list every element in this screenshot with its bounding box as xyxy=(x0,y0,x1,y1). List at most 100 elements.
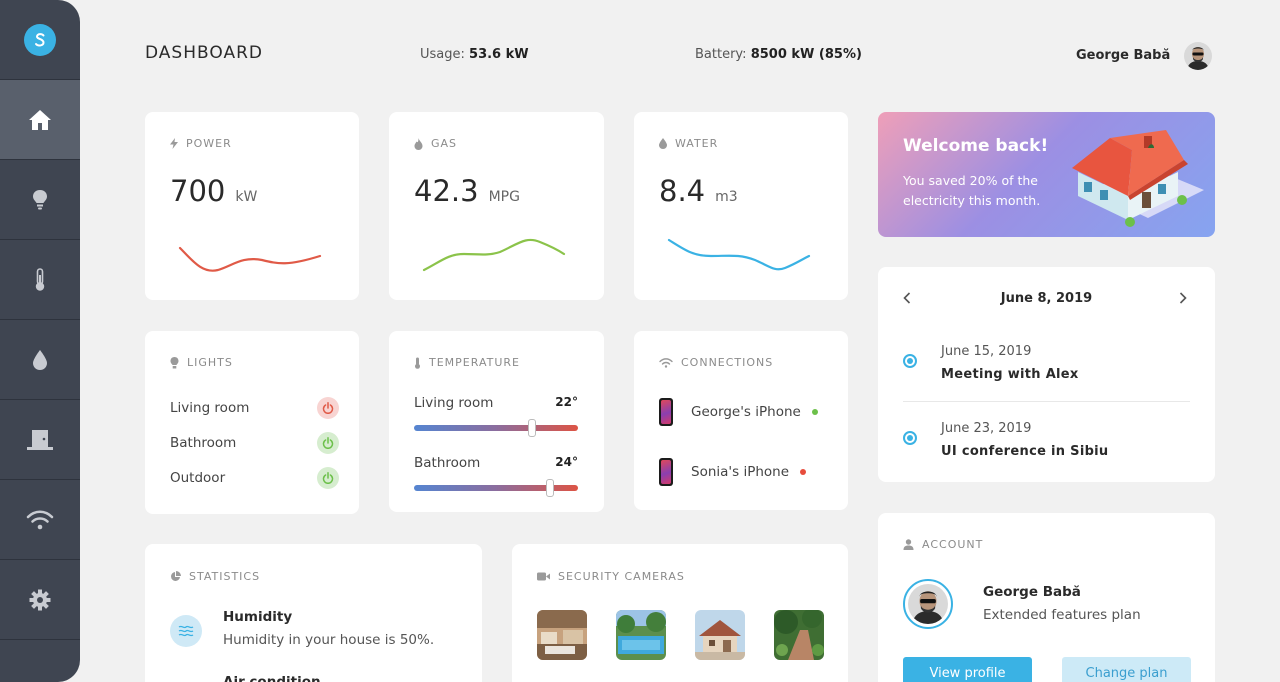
cameras-label: SECURITY CAMERAS xyxy=(558,570,685,583)
power-icon xyxy=(322,402,334,414)
temperature-row-bathroom: Bathroom 24° xyxy=(414,455,578,497)
usage-value: 53.6 kW xyxy=(469,47,529,62)
gas-sparkline xyxy=(422,238,566,272)
home-icon xyxy=(29,109,51,130)
camera-thumbnail-garden[interactable] xyxy=(774,610,824,660)
statistic-description: Humidity in your house is 50%. xyxy=(223,632,435,648)
power-toggle-on[interactable] xyxy=(317,432,339,454)
humidity-icon xyxy=(170,615,202,647)
temperature-slider[interactable] xyxy=(414,419,578,437)
sidebar-item-door[interactable] xyxy=(0,400,80,480)
battery-readout: Battery: 8500 kW (85%) xyxy=(695,47,862,62)
power-unit: kW xyxy=(235,189,258,205)
event-date: June 15, 2019 xyxy=(941,344,1032,359)
sidebar-item-wifi[interactable] xyxy=(0,480,80,560)
statistics-card: STATISTICS Humidity Humidity in your hou… xyxy=(145,544,482,682)
door-icon xyxy=(27,429,53,450)
connections-label: CONNECTIONS xyxy=(681,356,774,369)
temperature-card: TEMPERATURE Living room 22° Bathroom 24° xyxy=(389,331,604,512)
sidebar-item-home[interactable] xyxy=(0,80,80,160)
welcome-title: Welcome back! xyxy=(903,136,1049,156)
account-avatar[interactable] xyxy=(903,579,953,629)
gas-label: GAS xyxy=(431,137,458,150)
pie-chart-icon xyxy=(171,571,181,581)
lights-card: LIGHTS Living room Bathroom Outdoor xyxy=(145,331,359,514)
flame-icon xyxy=(414,137,423,150)
power-label: POWER xyxy=(186,137,232,150)
security-cameras-card: SECURITY CAMERAS xyxy=(512,544,848,682)
sidebar-logo[interactable] xyxy=(0,0,80,80)
light-name: Living room xyxy=(170,400,250,416)
wifi-icon xyxy=(659,357,673,368)
battery-label: Battery: xyxy=(695,47,747,62)
slider-handle[interactable] xyxy=(546,479,555,497)
event-marker-icon xyxy=(903,354,917,368)
camera-thumbnail-living-room[interactable] xyxy=(537,610,587,660)
welcome-banner: Welcome back! You saved 20% of the elect… xyxy=(878,112,1215,237)
slider-handle[interactable] xyxy=(528,419,537,437)
camera-thumbnail-driveway[interactable] xyxy=(695,610,745,660)
bolt-icon xyxy=(170,138,178,149)
bulb-icon xyxy=(170,356,179,368)
water-unit: m3 xyxy=(715,189,738,205)
power-toggle-on[interactable] xyxy=(317,467,339,489)
room-temperature: 24° xyxy=(555,455,578,469)
light-name: Bathroom xyxy=(170,435,237,451)
battery-value: 8500 kW (85%) xyxy=(750,47,862,62)
temperature-row-living-room: Living room 22° xyxy=(414,395,578,437)
water-label: WATER xyxy=(675,137,719,150)
sidebar-item-lights[interactable] xyxy=(0,160,80,240)
power-toggle-off[interactable] xyxy=(317,397,339,419)
room-name: Bathroom xyxy=(414,455,481,471)
light-row-outdoor: Outdoor xyxy=(170,467,339,489)
usage-readout: Usage: 53.6 kW xyxy=(420,47,529,62)
event-title: Meeting with Alex xyxy=(941,367,1079,382)
statistics-label: STATISTICS xyxy=(189,570,261,583)
account-plan: Extended features plan xyxy=(983,607,1141,623)
gas-value: 42.3 xyxy=(414,174,479,208)
gear-icon xyxy=(29,589,51,610)
light-row-living-room: Living room xyxy=(170,397,339,419)
event-title: UI conference in Sibiu xyxy=(941,444,1109,459)
temperature-slider[interactable] xyxy=(414,479,578,497)
device-row[interactable]: Sonia's iPhone xyxy=(659,458,823,486)
device-row[interactable]: George's iPhone xyxy=(659,398,823,426)
calendar-card: June 8, 2019 June 15, 2019 Meeting with … xyxy=(878,267,1215,482)
status-dot xyxy=(800,469,807,475)
water-card: WATER 8.4 m3 xyxy=(634,112,848,300)
drop-icon xyxy=(33,349,47,370)
power-icon xyxy=(322,472,334,484)
power-card: POWER 700 kW xyxy=(145,112,359,300)
camera-thumbnail-pool[interactable] xyxy=(616,610,666,660)
calendar-date: June 8, 2019 xyxy=(1000,291,1093,306)
user-name[interactable]: George Babă xyxy=(1076,48,1170,63)
divider xyxy=(903,401,1190,402)
view-profile-button[interactable]: View profile xyxy=(903,657,1032,682)
power-icon xyxy=(322,437,334,449)
account-card: ACCOUNT George Babă Extended features pl… xyxy=(878,513,1215,682)
avatar[interactable] xyxy=(1184,42,1212,70)
status-dot xyxy=(811,409,818,415)
sidebar-item-water[interactable] xyxy=(0,320,80,400)
usage-label: Usage: xyxy=(420,47,465,62)
sidebar-item-settings[interactable] xyxy=(0,560,80,640)
gas-card: GAS 42.3 MPG xyxy=(389,112,604,300)
change-plan-button[interactable]: Change plan xyxy=(1062,657,1191,682)
logo-s-icon xyxy=(24,23,56,56)
account-label: ACCOUNT xyxy=(922,538,984,551)
sidebar-item-temperature[interactable] xyxy=(0,240,80,320)
phone-icon xyxy=(659,398,673,426)
statistic-title: Air condition xyxy=(223,674,321,682)
room-name: Living room xyxy=(414,395,494,411)
wifi-icon xyxy=(26,509,54,529)
light-row-bathroom: Bathroom xyxy=(170,432,339,454)
chevron-right-icon[interactable] xyxy=(1179,292,1187,304)
thermometer-icon xyxy=(35,267,45,291)
gas-unit: MPG xyxy=(488,189,520,205)
welcome-message: You saved 20% of the electricity this mo… xyxy=(903,173,1041,208)
sidebar xyxy=(0,0,80,682)
video-camera-icon xyxy=(537,572,550,581)
device-name: George's iPhone xyxy=(691,404,801,420)
water-value: 8.4 xyxy=(659,174,706,208)
lights-label: LIGHTS xyxy=(187,356,233,369)
